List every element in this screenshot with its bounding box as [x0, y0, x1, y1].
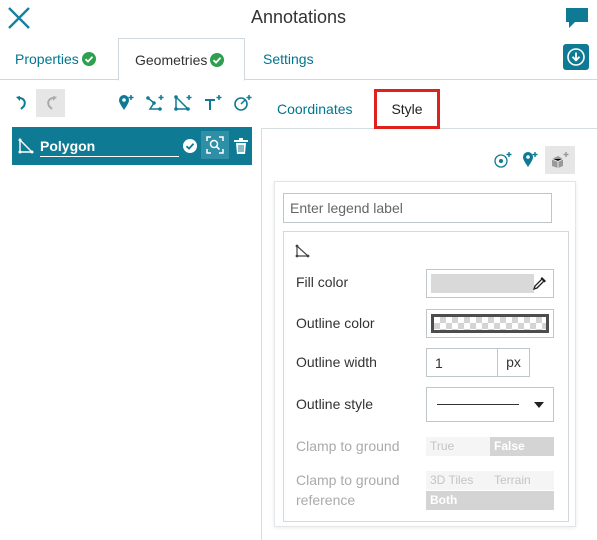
- header: Annotations: [0, 0, 597, 38]
- chat-bubble-icon[interactable]: [565, 6, 589, 30]
- clamp-ref-3d-tiles-option[interactable]: 3D Tiles: [426, 471, 490, 490]
- clamp-true-option[interactable]: True: [426, 437, 490, 456]
- clamp-false-option[interactable]: False: [490, 437, 554, 456]
- clamp-ref-both-option[interactable]: Both: [426, 491, 554, 510]
- check-circle-icon: [210, 41, 225, 83]
- geometry-sub-tabs: Coordinates Style: [262, 89, 597, 129]
- clamp-ref-terrain-option[interactable]: Terrain: [490, 471, 554, 490]
- redo-icon[interactable]: [36, 89, 65, 117]
- add-model-icon[interactable]: [545, 146, 575, 174]
- polygon-icon: [18, 138, 34, 159]
- style-panel: Fill color Outline color Outline width p…: [274, 181, 576, 527]
- outline-color-picker[interactable]: [426, 309, 554, 338]
- download-icon[interactable]: [563, 44, 589, 70]
- trash-icon[interactable]: [231, 133, 251, 159]
- fill-color-picker[interactable]: [426, 269, 554, 298]
- chevron-down-icon: [534, 402, 544, 408]
- geometry-toolbar: [12, 89, 254, 117]
- tab-geometries[interactable]: Geometries: [118, 38, 245, 81]
- outline-color-swatch: [431, 314, 549, 333]
- clamp-reference-label-line2: reference: [296, 492, 356, 508]
- polygon-icon: [295, 244, 311, 263]
- add-polygon-icon[interactable]: [172, 89, 194, 117]
- polygon-style-card: Fill color Outline color Outline width p…: [283, 231, 569, 522]
- clamp-to-ground-label: Clamp to ground: [296, 438, 400, 454]
- clamp-reference-label-line1: Clamp to ground: [296, 472, 400, 488]
- add-point-icon[interactable]: [116, 89, 136, 117]
- legend-label-input[interactable]: [283, 193, 552, 223]
- fill-color-swatch: [431, 274, 534, 293]
- tab-style[interactable]: Style: [374, 89, 440, 129]
- undo-icon[interactable]: [12, 89, 32, 117]
- main-tabs: Properties Geometries Settings: [0, 38, 597, 81]
- tab-coordinates[interactable]: Coordinates: [277, 89, 353, 129]
- clamp-reference-label: Clamp to ground reference: [296, 470, 400, 510]
- outline-width-input[interactable]: [426, 348, 498, 377]
- check-circle-icon[interactable]: [183, 139, 197, 158]
- outline-width-label: Outline width: [296, 354, 377, 370]
- zoom-to-icon[interactable]: [201, 131, 229, 159]
- geometry-name-input[interactable]: [40, 135, 179, 157]
- outline-color-label: Outline color: [296, 315, 375, 331]
- style-toolbar: [490, 146, 576, 176]
- add-point-marker-icon[interactable]: [492, 146, 514, 174]
- page-title: Annotations: [250, 7, 347, 27]
- add-line-icon[interactable]: [144, 89, 166, 117]
- add-circle-icon[interactable]: [232, 89, 254, 117]
- outline-style-select[interactable]: [426, 387, 554, 422]
- tab-label: Properties: [15, 51, 79, 67]
- geometry-list-item[interactable]: [12, 127, 252, 165]
- outline-width-unit: px: [497, 348, 530, 377]
- check-circle-icon: [81, 40, 96, 82]
- fill-color-label: Fill color: [296, 274, 349, 290]
- solid-line-preview: [437, 404, 519, 405]
- add-text-icon[interactable]: [202, 89, 224, 117]
- outline-style-label: Outline style: [296, 396, 374, 412]
- panel-divider: [261, 128, 262, 540]
- tab-label: Geometries: [135, 52, 208, 68]
- eyedropper-icon[interactable]: [532, 276, 547, 295]
- add-pin-icon[interactable]: [520, 146, 540, 174]
- tab-properties[interactable]: Properties: [15, 38, 96, 80]
- tab-settings[interactable]: Settings: [263, 38, 314, 80]
